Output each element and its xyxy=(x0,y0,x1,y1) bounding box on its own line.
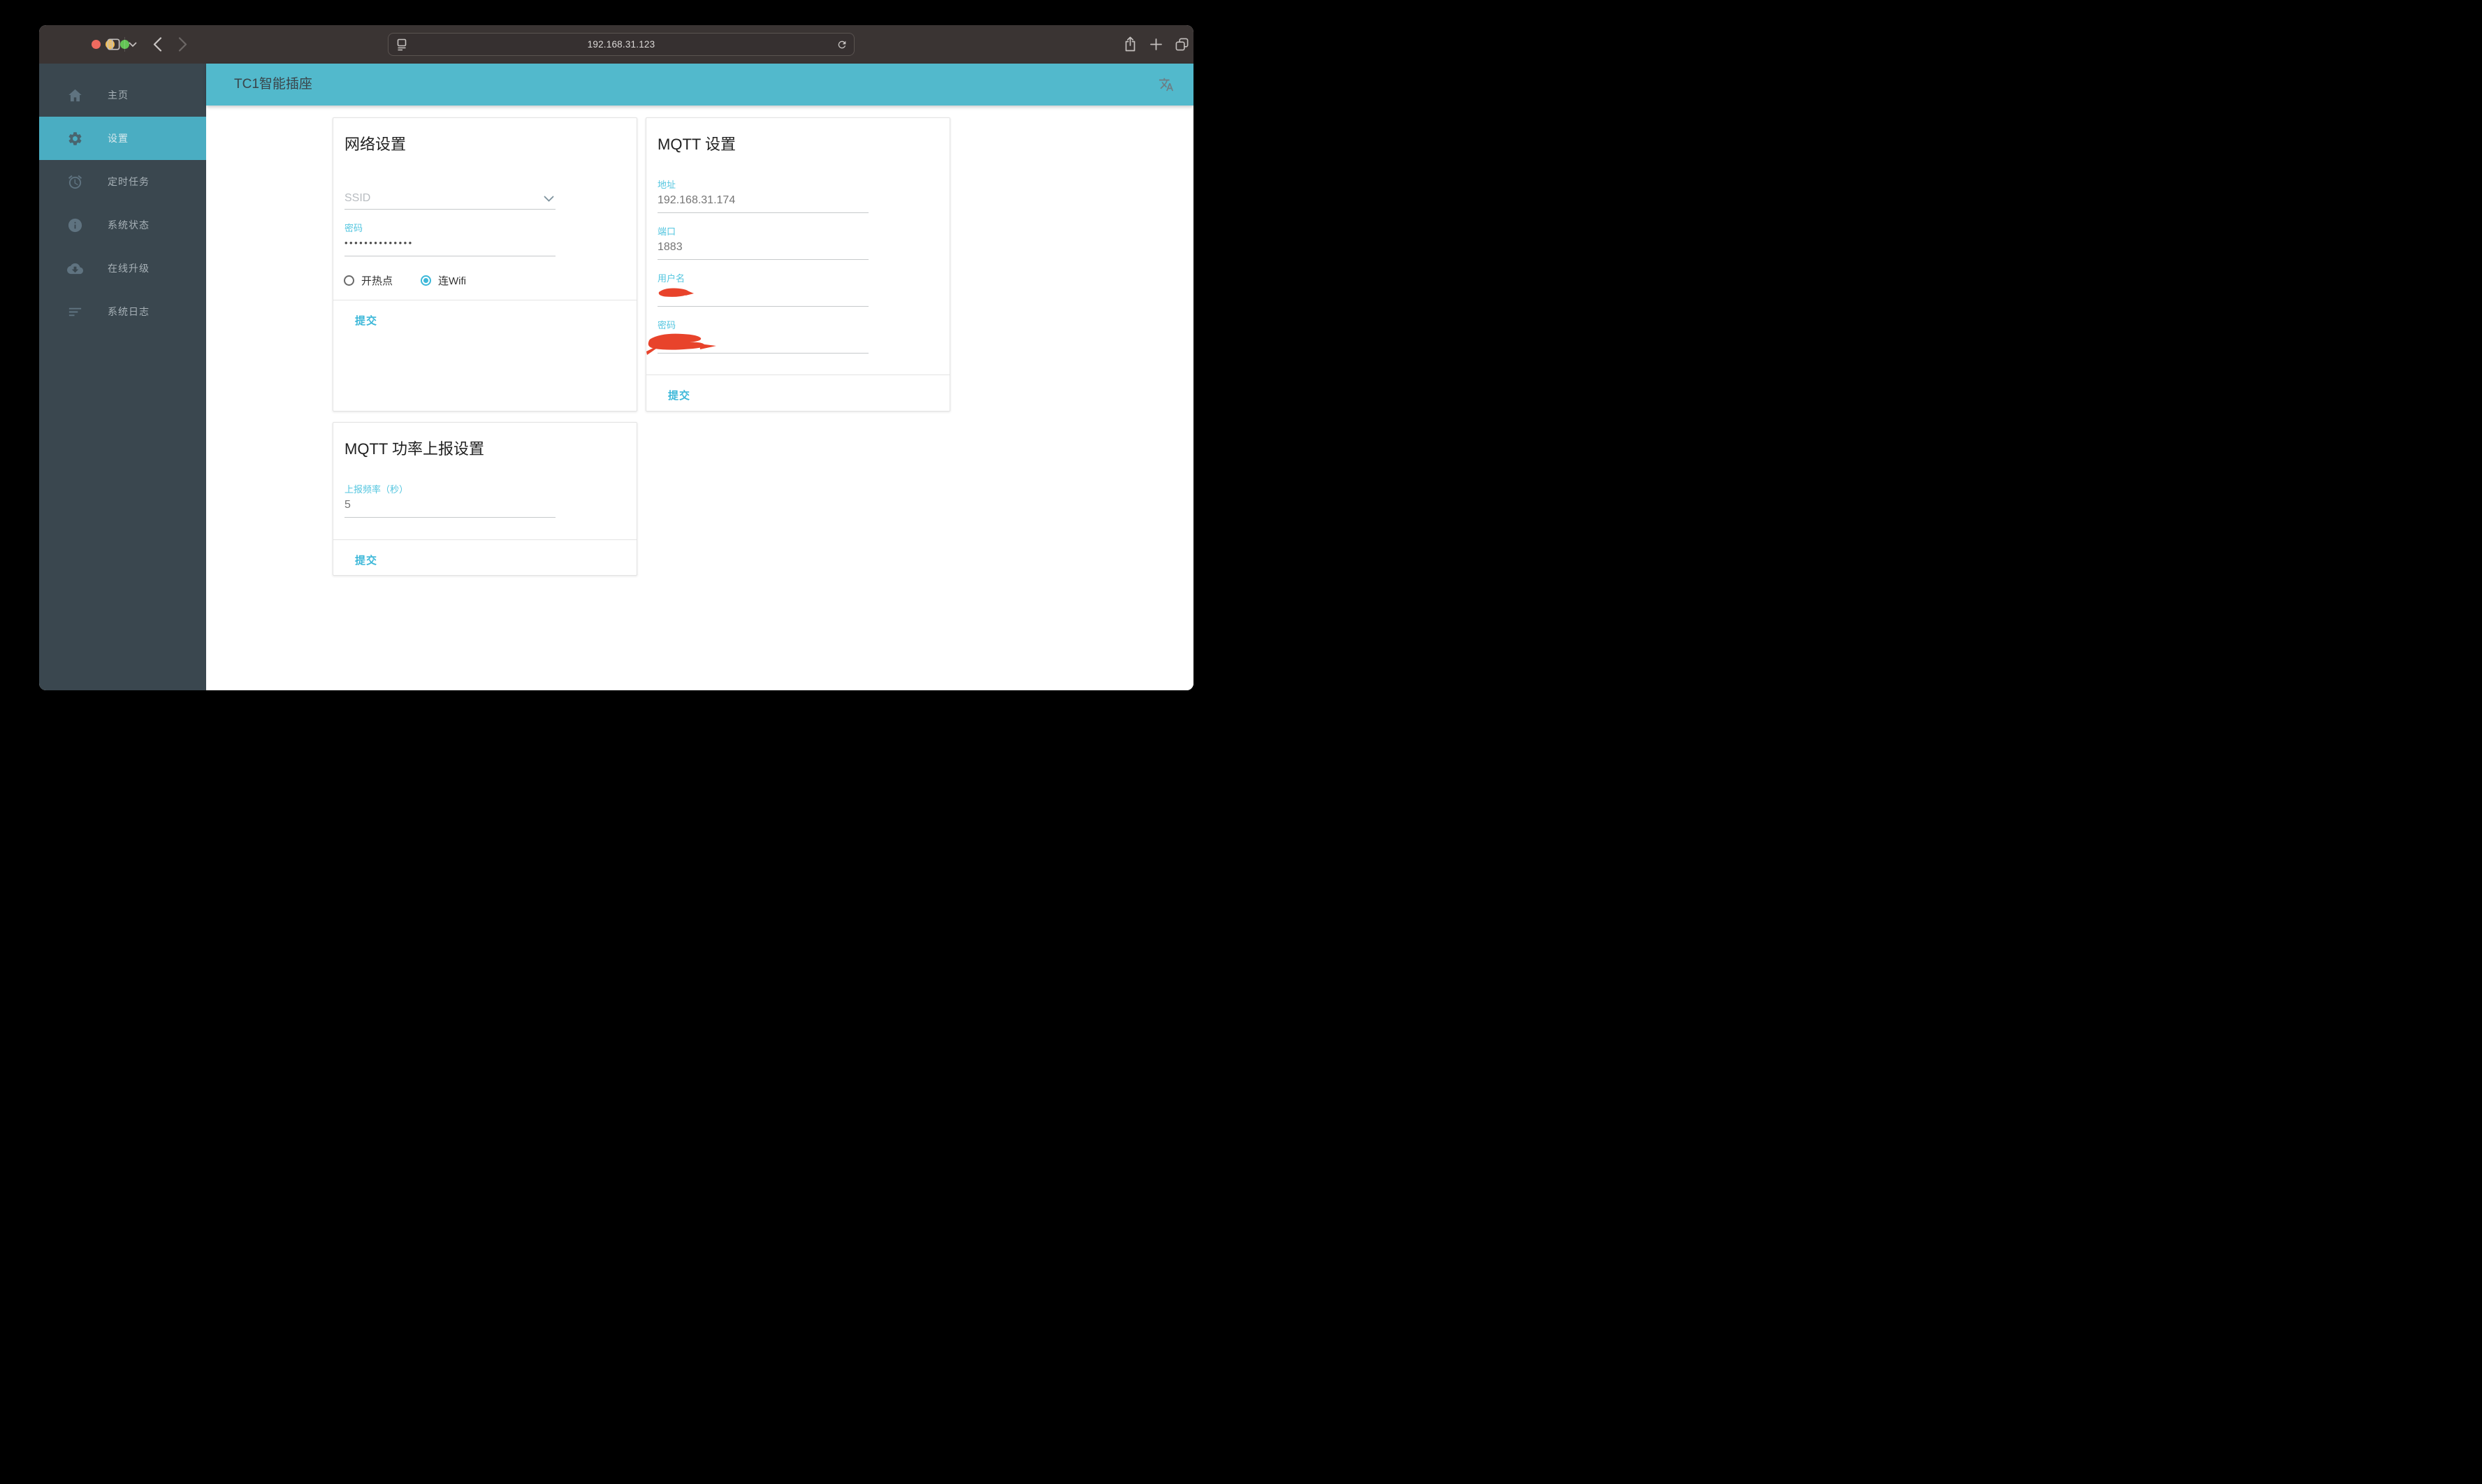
sidebar-toggle-button[interactable] xyxy=(105,36,122,53)
mqtt-submit-button[interactable]: 提交 xyxy=(668,388,690,402)
reload-button[interactable] xyxy=(836,38,848,51)
network-submit-button[interactable]: 提交 xyxy=(355,313,377,328)
card-footer: 提交 xyxy=(333,539,637,567)
sidebar-toggle-icon xyxy=(107,38,120,50)
mqtt-settings-card: MQTT 设置 地址 192.168.31.174 端口 1883 用户名 密码… xyxy=(646,117,950,412)
tabs-overview-button[interactable] xyxy=(1173,36,1190,52)
tabs-overview-icon xyxy=(1175,38,1188,51)
url-text[interactable]: 192.168.31.123 xyxy=(588,39,655,50)
browser-toolbar: 192.168.31.123 xyxy=(39,25,1193,64)
sidebar-item-label: 系统日志 xyxy=(108,306,150,317)
new-tab-button[interactable] xyxy=(1148,36,1163,52)
sidebar-item-label: 主页 xyxy=(108,89,129,101)
share-icon xyxy=(1125,36,1135,52)
wifi-password-field: 密码 •••••••••••••• xyxy=(344,223,556,256)
gear-icon xyxy=(67,131,83,147)
sidebar-item-label: 定时任务 xyxy=(108,176,150,187)
page-settings-icon xyxy=(397,38,407,51)
back-icon xyxy=(153,37,161,52)
field-label: 密码 xyxy=(344,223,363,233)
sidebar-item-online-upgrade[interactable]: 在线升级 xyxy=(39,247,206,290)
page-title: TC1智能插座 xyxy=(234,77,312,92)
field-label: 用户名 xyxy=(658,273,685,284)
forward-icon xyxy=(178,37,187,52)
mqtt-address-field: 地址 192.168.31.174 xyxy=(658,180,869,213)
mqtt-port-field: 端口 1883 xyxy=(658,226,869,260)
username-redaction-scribble xyxy=(658,288,694,297)
card-footer: 提交 xyxy=(646,374,950,402)
sidebar-item-timer-tasks[interactable]: 定时任务 xyxy=(39,160,206,203)
screen: 192.168.31.123 主页 设置 定时任务 系统状态 在线升级 系统日志… xyxy=(0,0,1241,742)
field-label: 密码 xyxy=(658,320,676,330)
sidebar-item-label: 在线升级 xyxy=(108,263,150,274)
reload-icon xyxy=(838,41,846,49)
radio-label: 开热点 xyxy=(361,275,393,287)
select-chevron-icon xyxy=(544,196,554,202)
info-icon xyxy=(67,217,83,233)
sidebar-item-system-log[interactable]: 系统日志 xyxy=(39,290,206,333)
field-value[interactable]: •••••••••••••• xyxy=(344,237,556,251)
network-settings-card: 网络设置 SSID 密码 •••••••••••••• 开热点 连Wifi 提交 xyxy=(333,117,637,412)
cloud-download-icon xyxy=(67,261,83,277)
alarm-icon xyxy=(67,174,83,190)
sidebar-item-label: 系统状态 xyxy=(108,219,150,231)
main-area: TC1智能插座 网络设置 SSID 密码 •••••••••••••• 开热点 … xyxy=(206,64,1193,690)
sidebar-item-label: 设置 xyxy=(108,133,129,144)
ssid-placeholder: SSID xyxy=(344,192,371,204)
browser-window: 192.168.31.123 主页 设置 定时任务 系统状态 在线升级 系统日志… xyxy=(39,25,1193,690)
sidebar-item-settings[interactable]: 设置 xyxy=(39,117,206,160)
sidebar: 主页 设置 定时任务 系统状态 在线升级 系统日志 xyxy=(39,64,206,690)
page-header: TC1智能插座 xyxy=(206,64,1193,106)
settings-content: 网络设置 SSID 密码 •••••••••••••• 开热点 连Wifi 提交… xyxy=(206,106,1193,690)
field-label: 地址 xyxy=(658,180,676,190)
page-settings-button[interactable] xyxy=(395,38,408,51)
forward-button[interactable] xyxy=(175,36,190,52)
radio-label: 连Wifi xyxy=(438,275,467,287)
field-value[interactable]: 5 xyxy=(344,498,556,512)
sidebar-menu-button[interactable] xyxy=(127,40,138,49)
ssid-select[interactable]: SSID xyxy=(344,187,556,210)
radio-wifi[interactable]: 连Wifi xyxy=(421,273,466,288)
translate-icon xyxy=(1159,78,1174,92)
power-submit-button[interactable]: 提交 xyxy=(355,553,377,567)
field-value[interactable]: 1883 xyxy=(658,240,869,254)
report-frequency-field: 上报频率（秒） 5 xyxy=(344,484,556,518)
home-icon xyxy=(67,87,83,103)
password-redaction-scribble xyxy=(646,333,716,355)
field-label: 上报频率（秒） xyxy=(344,484,409,495)
radio-hotspot[interactable]: 开热点 xyxy=(344,273,393,288)
field-label: 端口 xyxy=(658,226,676,237)
sidebar-item-system-status[interactable]: 系统状态 xyxy=(39,203,206,247)
field-value[interactable]: 192.168.31.174 xyxy=(658,194,869,208)
card-footer: 提交 xyxy=(333,300,637,328)
mqtt-power-report-card: MQTT 功率上报设置 上报频率（秒） 5 提交 xyxy=(333,422,637,576)
translate-button[interactable] xyxy=(1159,77,1174,92)
close-window-button[interactable] xyxy=(92,40,101,49)
radio-circle-checked-icon[interactable] xyxy=(421,275,432,286)
chevron-down-icon xyxy=(129,42,136,47)
address-bar[interactable]: 192.168.31.123 xyxy=(388,33,855,56)
sidebar-item-home[interactable]: 主页 xyxy=(39,73,206,117)
card-title: MQTT 功率上报设置 xyxy=(344,440,485,458)
card-title: MQTT 设置 xyxy=(658,136,736,153)
share-button[interactable] xyxy=(1122,36,1138,53)
network-mode-radios: 开热点 连Wifi xyxy=(344,273,466,288)
app-root: 主页 设置 定时任务 系统状态 在线升级 系统日志 TC1智能插座 网络设置 S… xyxy=(39,64,1193,690)
log-icon xyxy=(67,304,83,320)
radio-circle-icon[interactable] xyxy=(344,275,354,286)
card-title: 网络设置 xyxy=(344,136,407,153)
toolbar-separator xyxy=(124,37,125,52)
new-tab-icon xyxy=(1149,38,1162,50)
back-button[interactable] xyxy=(150,36,165,52)
